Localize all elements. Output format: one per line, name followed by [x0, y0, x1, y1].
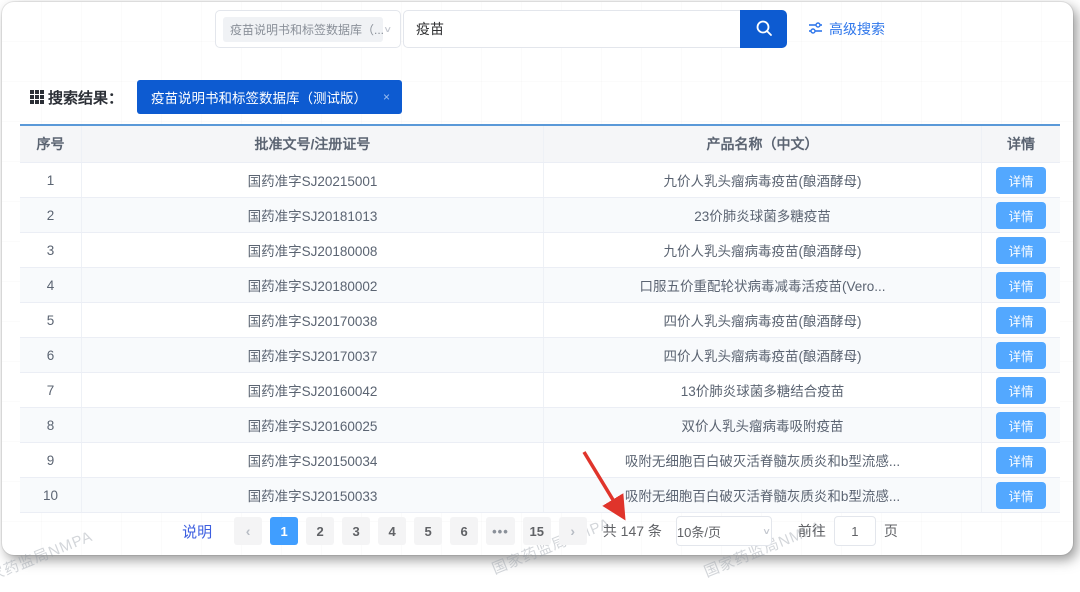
filter-tag-label: 疫苗说明书和标签数据库（测试版） [151, 87, 367, 107]
row-index: 10 [20, 478, 82, 512]
table-row: 3 国药准字SJ20180008 九价人乳头瘤病毒疫苗(酿酒酵母) 详情 [20, 233, 1060, 268]
table-row: 2 国药准字SJ20181013 23价肺炎球菌多糖疫苗 详情 [20, 198, 1060, 233]
detail-button[interactable]: 详情 [996, 202, 1045, 229]
approval-number: 国药准字SJ20160025 [82, 408, 544, 442]
table-row: 10 国药准字SJ20150033 吸附无细胞百白破灭活脊髓灰质炎和b型流感..… [20, 478, 1060, 512]
database-tag-label: 疫苗说明书和标签数据库（... [230, 21, 383, 38]
database-tag: 疫苗说明书和标签数据库（... × [223, 17, 383, 42]
product-name: 四价人乳头瘤病毒疫苗(酿酒酵母) [544, 338, 982, 372]
approval-number: 国药准字SJ20150034 [82, 443, 544, 477]
advanced-search-label: 高级搜索 [829, 19, 885, 39]
database-select[interactable]: 疫苗说明书和标签数据库（... × ∨ [215, 10, 401, 48]
chevron-down-icon: ∨ [762, 526, 771, 536]
row-index: 6 [20, 338, 82, 372]
detail-button[interactable]: 详情 [996, 167, 1045, 194]
page-button-3[interactable]: 3 [342, 517, 370, 545]
table-row: 7 国药准字SJ20160042 13价肺炎球菌多糖结合疫苗 详情 [20, 373, 1060, 408]
table-row: 9 国药准字SJ20150034 吸附无细胞百白破灭活脊髓灰质炎和b型流感...… [20, 443, 1060, 478]
page-size-value: 10条/页 [677, 522, 721, 541]
page-button-2[interactable]: 2 [306, 517, 334, 545]
row-index: 7 [20, 373, 82, 407]
detail-button[interactable]: 详情 [996, 377, 1045, 404]
table-row: 4 国药准字SJ20180002 口服五价重配轮状病毒减毒活疫苗(Vero...… [20, 268, 1060, 303]
product-name: 吸附无细胞百白破灭活脊髓灰质炎和b型流感... [544, 443, 982, 477]
goto-page: 前往 页 [798, 516, 898, 546]
header-approval: 批准文号/注册证号 [82, 126, 544, 162]
table-header-row: 序号 批准文号/注册证号 产品名称（中文） 详情 [20, 126, 1060, 163]
total-count: 共 147 条 [603, 521, 662, 541]
table-body: 1 国药准字SJ20215001 九价人乳头瘤病毒疫苗(酿酒酵母) 详情 2 国… [20, 163, 1060, 512]
table-row: 1 国药准字SJ20215001 九价人乳头瘤病毒疫苗(酿酒酵母) 详情 [20, 163, 1060, 198]
header-product: 产品名称（中文） [544, 126, 982, 162]
row-index: 9 [20, 443, 82, 477]
detail-button[interactable]: 详情 [996, 412, 1045, 439]
grid-icon [30, 90, 44, 104]
page-button-15[interactable]: 15 [523, 517, 551, 545]
product-name: 23价肺炎球菌多糖疫苗 [544, 198, 982, 232]
note-link[interactable]: 说明 [182, 521, 212, 542]
table-row: 8 国药准字SJ20160025 双价人乳头瘤病毒吸附疫苗 详情 [20, 408, 1060, 443]
filter-sliders-icon [808, 21, 823, 38]
search-icon [754, 18, 774, 41]
product-name: 九价人乳头瘤病毒疫苗(酿酒酵母) [544, 233, 982, 267]
more-pages-button[interactable]: ••• [486, 517, 515, 545]
chevron-down-icon: ∨ [383, 24, 392, 34]
product-name: 双价人乳头瘤病毒吸附疫苗 [544, 408, 982, 442]
goto-prefix: 前往 [798, 521, 826, 541]
goto-page-input[interactable] [834, 516, 876, 546]
detail-button[interactable]: 详情 [996, 237, 1045, 264]
approval-number: 国药准字SJ20170037 [82, 338, 544, 372]
pagination: 说明 ‹ 1 2 3 4 5 6 ••• 15 › 共 147 条 10条/页 … [0, 516, 1080, 546]
approval-number: 国药准字SJ20150033 [82, 478, 544, 512]
detail-button[interactable]: 详情 [996, 272, 1045, 299]
row-index: 1 [20, 163, 82, 197]
approval-number: 国药准字SJ20180008 [82, 233, 544, 267]
results-table: 序号 批准文号/注册证号 产品名称（中文） 详情 1 国药准字SJ2021500… [20, 124, 1060, 513]
row-index: 4 [20, 268, 82, 302]
product-name: 吸附无细胞百白破灭活脊髓灰质炎和b型流感... [544, 478, 982, 512]
prev-page-button[interactable]: ‹ [234, 517, 262, 545]
product-name: 四价人乳头瘤病毒疫苗(酿酒酵母) [544, 303, 982, 337]
goto-suffix: 页 [884, 521, 898, 541]
search-bar: 疫苗说明书和标签数据库（... × ∨ 高级搜索 [0, 10, 1080, 50]
row-index: 2 [20, 198, 82, 232]
approval-number: 国药准字SJ20181013 [82, 198, 544, 232]
header-detail: 详情 [982, 126, 1060, 162]
filter-tag-close-icon[interactable]: × [383, 90, 390, 104]
detail-button[interactable]: 详情 [996, 447, 1045, 474]
approval-number: 国药准字SJ20180002 [82, 268, 544, 302]
product-name: 九价人乳头瘤病毒疫苗(酿酒酵母) [544, 163, 982, 197]
results-header: 搜索结果： 疫苗说明书和标签数据库（测试版） × [30, 80, 402, 114]
results-label: 搜索结果： [48, 87, 123, 108]
row-index: 5 [20, 303, 82, 337]
table-row: 5 国药准字SJ20170038 四价人乳头瘤病毒疫苗(酿酒酵母) 详情 [20, 303, 1060, 338]
product-name: 口服五价重配轮状病毒减毒活疫苗(Vero... [544, 268, 982, 302]
filter-tag: 疫苗说明书和标签数据库（测试版） × [137, 80, 402, 114]
detail-button[interactable]: 详情 [996, 342, 1045, 369]
row-index: 8 [20, 408, 82, 442]
search-input[interactable] [403, 10, 740, 48]
advanced-search-link[interactable]: 高级搜索 [808, 19, 885, 39]
approval-number: 国药准字SJ20160042 [82, 373, 544, 407]
detail-button[interactable]: 详情 [996, 307, 1045, 334]
search-button[interactable] [740, 10, 787, 48]
page-size-select[interactable]: 10条/页 ∨ [676, 516, 772, 546]
product-name: 13价肺炎球菌多糖结合疫苗 [544, 373, 982, 407]
page-button-4[interactable]: 4 [378, 517, 406, 545]
detail-button[interactable]: 详情 [996, 482, 1045, 509]
page-button-5[interactable]: 5 [414, 517, 442, 545]
approval-number: 国药准字SJ20170038 [82, 303, 544, 337]
row-index: 3 [20, 233, 82, 267]
next-page-button[interactable]: › [559, 517, 587, 545]
header-index: 序号 [20, 126, 82, 162]
chevron-right-icon: › [570, 523, 575, 539]
page-button-6[interactable]: 6 [450, 517, 478, 545]
page-button-1[interactable]: 1 [270, 517, 298, 545]
approval-number: 国药准字SJ20215001 [82, 163, 544, 197]
table-row: 6 国药准字SJ20170037 四价人乳头瘤病毒疫苗(酿酒酵母) 详情 [20, 338, 1060, 373]
chevron-left-icon: ‹ [246, 523, 251, 539]
